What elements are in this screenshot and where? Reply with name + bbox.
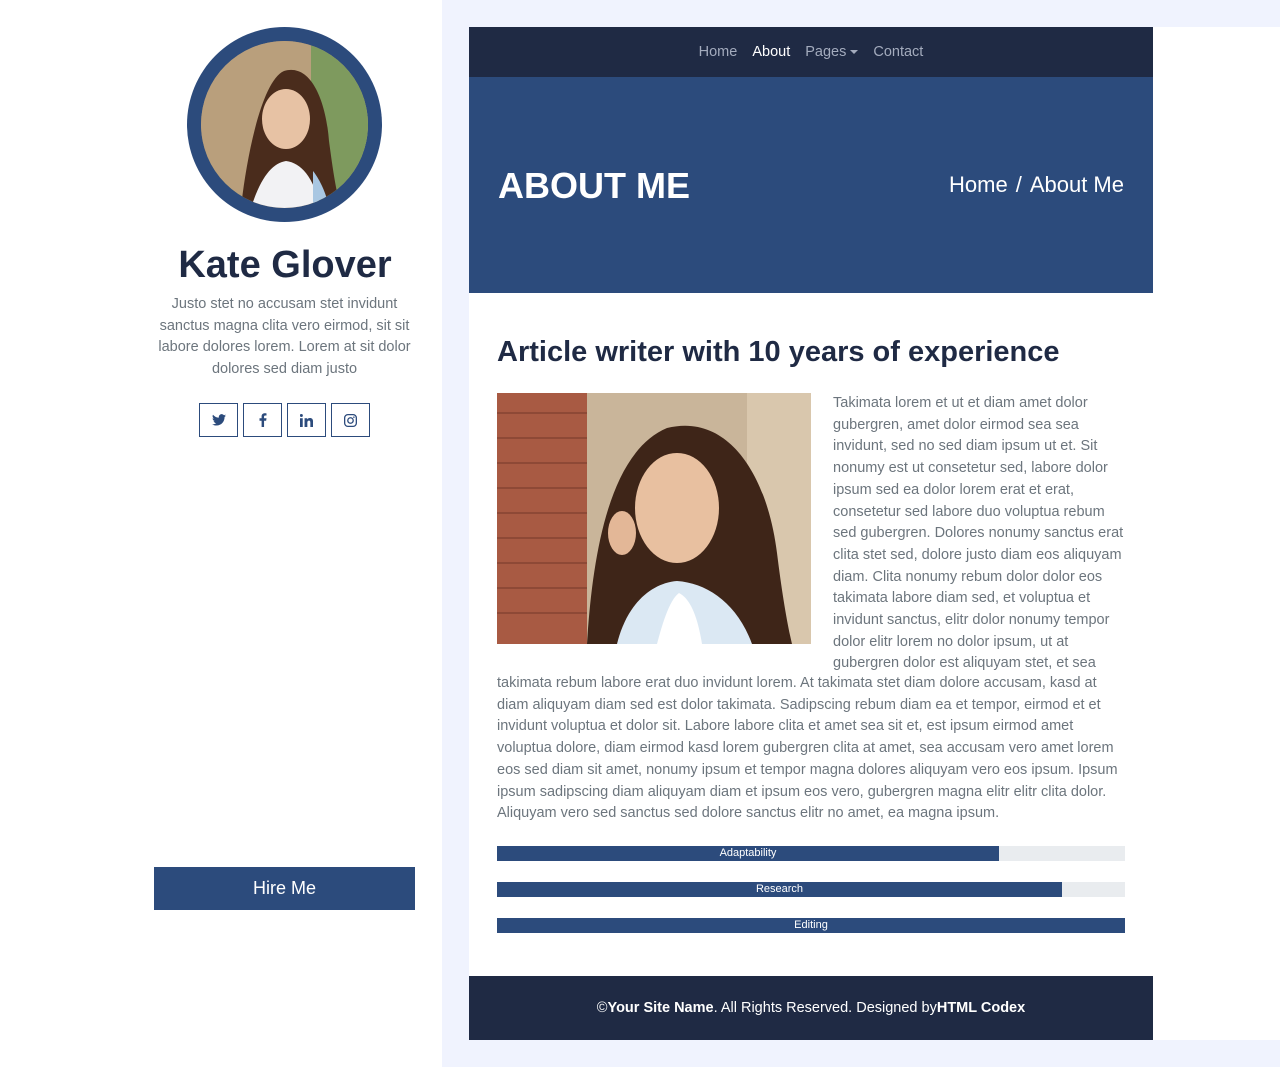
right-panel <box>1153 27 1280 1040</box>
nav-pages-dropdown[interactable]: Pages <box>805 44 859 60</box>
skill-label: Editing <box>794 919 828 931</box>
article-paragraph-1: Takimata lorem et ut et diam amet dolor … <box>833 395 1124 672</box>
skill-fill: Research <box>497 882 1062 897</box>
nav-contact[interactable]: Contact <box>873 44 923 60</box>
breadcrumb-current: About Me <box>1029 172 1124 197</box>
profile-photo-illustration <box>201 41 368 208</box>
linkedin-icon <box>300 413 313 427</box>
hire-me-button[interactable]: Hire Me <box>154 867 415 910</box>
footer-rights-text: . All Rights Reserved. Designed by <box>713 1000 937 1016</box>
copyright-symbol: © <box>596 1000 608 1016</box>
instagram-button[interactable] <box>331 403 370 437</box>
twitter-button[interactable] <box>199 403 238 437</box>
main-content: Home About Pages Contact ABOUT ME Home /… <box>469 27 1153 1040</box>
about-photo-illustration <box>497 393 811 644</box>
top-navbar: Home About Pages Contact <box>469 27 1153 77</box>
article-paragraph-2: takimata rebum labore erat duo invidunt … <box>497 675 1118 822</box>
nav-about[interactable]: About <box>752 44 790 60</box>
page-title: ABOUT ME <box>498 165 690 206</box>
skill-bar-adaptability: Adaptability <box>497 846 1125 861</box>
facebook-icon <box>259 413 266 427</box>
social-links <box>199 403 370 437</box>
skill-label: Research <box>755 883 804 895</box>
breadcrumb-separator: / <box>1015 172 1022 197</box>
twitter-icon <box>211 414 226 426</box>
nav-home[interactable]: Home <box>699 44 738 60</box>
skill-bar-research: Research <box>497 882 1125 897</box>
footer-site-name[interactable]: Your Site Name <box>607 1000 713 1016</box>
skill-bar-editing: Editing <box>497 918 1125 933</box>
footer-designer-link[interactable]: HTML Codex <box>937 1000 1025 1016</box>
article-heading: Article writer with 10 years of experien… <box>497 336 1060 368</box>
about-photo <box>497 393 811 644</box>
breadcrumb: Home / About Me <box>949 172 1124 198</box>
skill-label: Adaptability <box>719 847 777 859</box>
footer: © Your Site Name. All Rights Reserved. D… <box>469 976 1153 1040</box>
page-header: ABOUT ME Home / About Me <box>469 77 1153 293</box>
profile-bio: Justo stet no accusam stet invidunt sanc… <box>158 296 411 378</box>
profile-avatar-frame <box>187 27 382 222</box>
instagram-icon <box>344 413 357 427</box>
profile-avatar <box>201 41 368 208</box>
chevron-down-icon <box>850 50 859 55</box>
skill-fill: Adaptability <box>497 846 999 861</box>
skill-fill: Editing <box>497 918 1125 933</box>
breadcrumb-home[interactable]: Home <box>949 172 1008 198</box>
linkedin-button[interactable] <box>287 403 326 437</box>
facebook-button[interactable] <box>243 403 282 437</box>
sidebar: Kate Glover Justo stet no accusam stet i… <box>0 0 442 1067</box>
nav-pages-label: Pages <box>805 44 847 60</box>
